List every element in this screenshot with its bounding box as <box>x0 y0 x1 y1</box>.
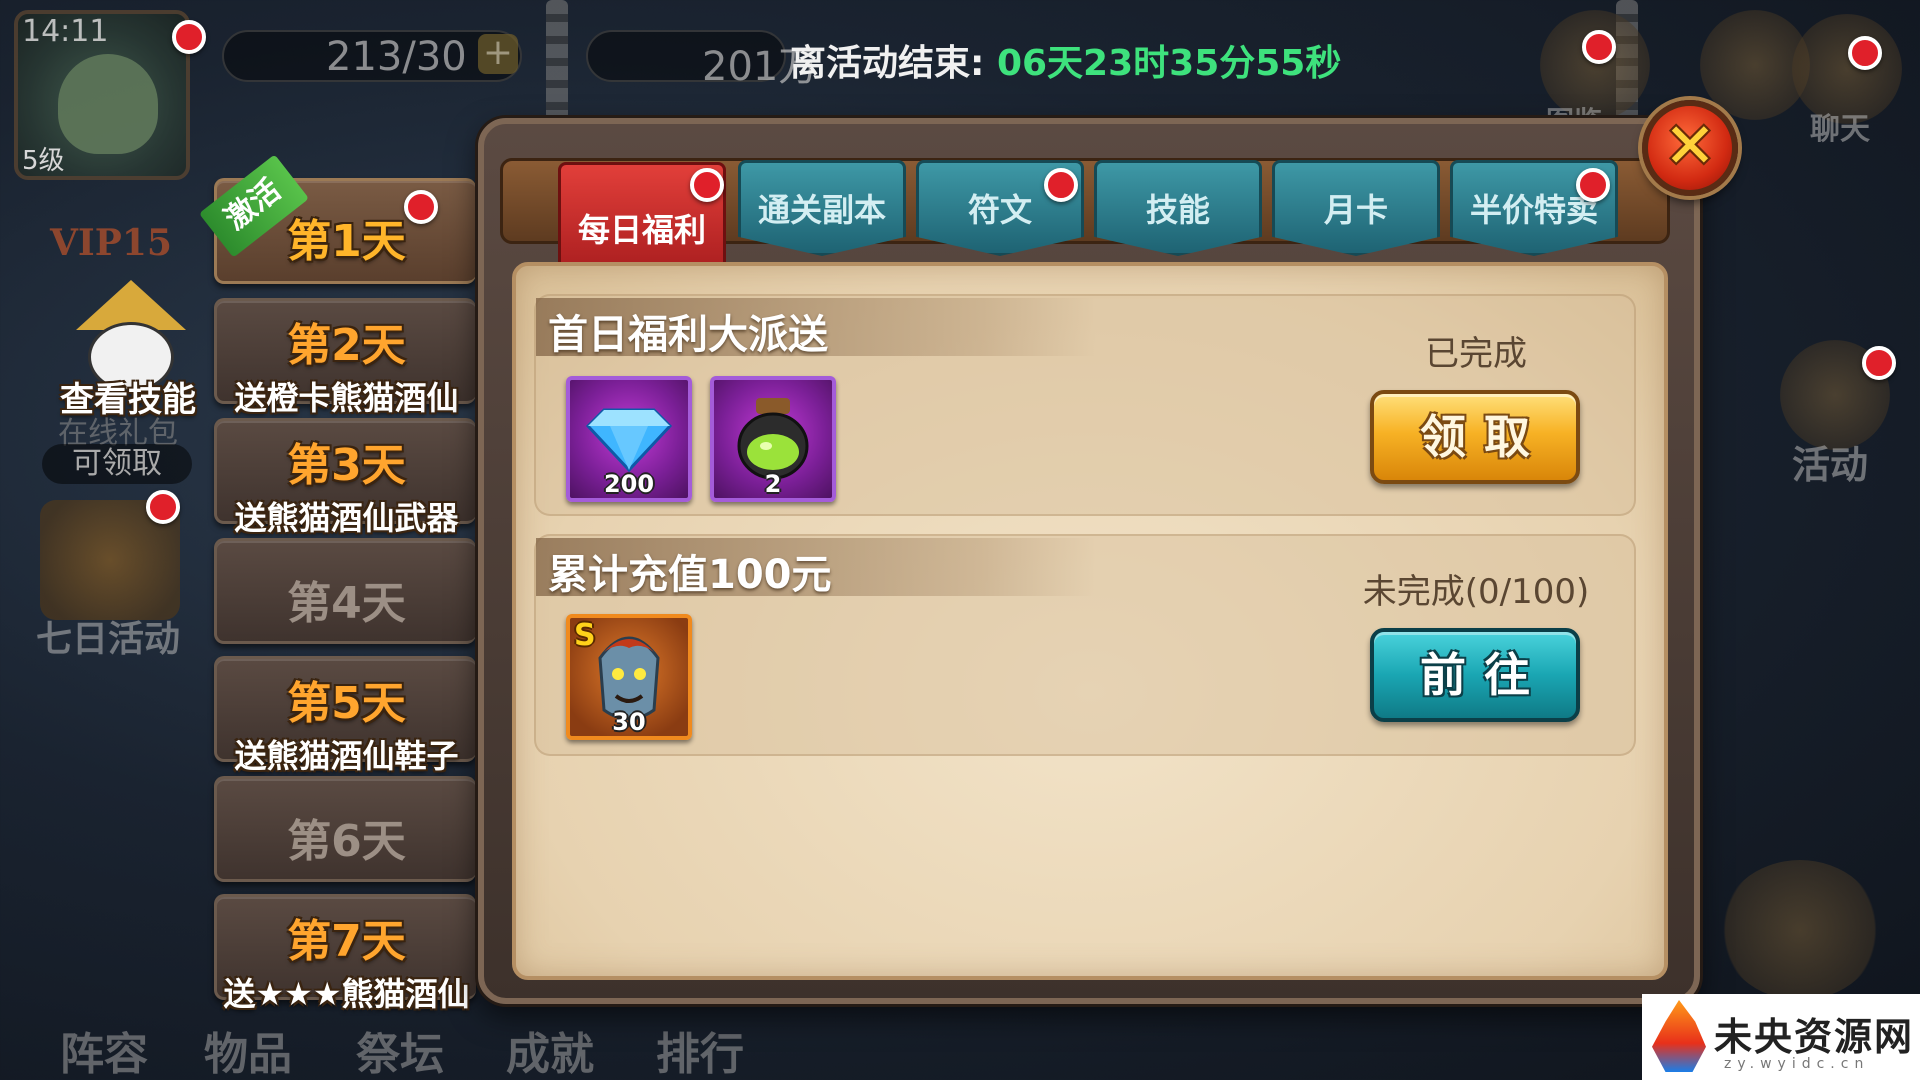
flame-logo-icon <box>1652 1000 1706 1072</box>
notification-dot <box>404 190 438 224</box>
watermark-url: zy.wyidc.cn <box>1724 1056 1870 1072</box>
notification-dot <box>1862 346 1896 380</box>
nav-lineup[interactable]: 阵容 <box>60 1018 148 1080</box>
notification-dot <box>172 20 206 54</box>
day-title: 第6天 <box>287 816 406 867</box>
day-reward-text: 送熊猫酒仙鞋子 <box>234 737 459 775</box>
notification-dot <box>690 168 724 202</box>
reward-qty: 200 <box>603 470 655 498</box>
countdown-value: 06天23时35分55秒 <box>996 43 1342 84</box>
countdown-label: 离活动结束: <box>790 43 985 84</box>
day-title: 第3天 <box>287 440 406 491</box>
orc-face-icon <box>58 54 158 154</box>
day-title: 第5天 <box>287 678 406 729</box>
task-title: 累计充值100元 <box>548 552 832 598</box>
notification-dot <box>146 490 180 524</box>
nav-items[interactable]: 物品 <box>204 1018 292 1080</box>
go-button-label: 前往 <box>1420 648 1548 702</box>
nav-altar[interactable]: 祭坛 <box>356 1018 444 1080</box>
tab-label: 技能 <box>1145 191 1210 229</box>
add-stamina-button[interactable]: + <box>478 34 518 74</box>
chain-decoration <box>546 0 568 120</box>
claimable-badge: 可领取 <box>42 444 192 484</box>
day-tab-2[interactable]: 第2天 送橙卡熊猫酒仙 <box>214 298 476 417</box>
go-button[interactable]: 前往 <box>1370 628 1580 722</box>
day-reward-text: 送熊猫酒仙武器 <box>234 499 459 537</box>
day-tab-6[interactable]: 第6天 <box>214 776 476 882</box>
day-tab-4[interactable]: 第4天 <box>214 538 476 644</box>
task-status: 未完成(0/100) <box>1362 572 1590 612</box>
day-tab-5[interactable]: 第5天 送熊猫酒仙鞋子 <box>214 656 476 775</box>
task-status: 已完成 <box>1425 334 1527 374</box>
tab-label: 月卡 <box>1323 191 1388 229</box>
reward-qty: 30 <box>612 708 646 736</box>
event-countdown: 离活动结束: 06天23时35分55秒 <box>790 34 1341 86</box>
day-title: 第2天 <box>287 320 406 371</box>
reward-item[interactable]: S 30 <box>566 614 692 740</box>
claim-button[interactable]: 领取 <box>1370 390 1580 484</box>
close-button[interactable]: ✕ <box>1642 100 1738 196</box>
notification-dot <box>1044 168 1078 202</box>
ship-wheel-icon[interactable] <box>1720 860 1880 1000</box>
task-title: 首日福利大派送 <box>548 312 828 358</box>
notification-dot <box>1582 30 1616 64</box>
nav-achievement[interactable]: 成就 <box>506 1018 594 1080</box>
claim-button-label: 领取 <box>1420 410 1548 464</box>
vip-badge: VIP15 <box>50 222 172 264</box>
activity-label: 活动 <box>1792 443 1869 487</box>
reward-qty: 2 <box>764 470 782 498</box>
nav-ranking[interactable]: 排行 <box>656 1018 744 1080</box>
stamina-value: 213/30 <box>326 34 467 80</box>
day-reward-text: 送橙卡熊猫酒仙 <box>234 379 459 417</box>
player-level: 5级 <box>22 146 65 176</box>
reward-item[interactable]: 2 <box>710 376 836 502</box>
reward-item[interactable]: 200 <box>566 376 692 502</box>
site-watermark: 未央资源网 zy.wyidc.cn <box>1642 994 1920 1080</box>
tab-skill[interactable]: 技能 <box>1094 160 1262 256</box>
day-title: 第7天 <box>287 916 406 967</box>
day-title: 第4天 <box>287 578 406 629</box>
notification-dot <box>1576 168 1610 202</box>
close-icon: ✕ <box>1664 109 1716 182</box>
notification-dot <box>1848 36 1882 70</box>
day-tab-7[interactable]: 第7天 送★★★熊猫酒仙 <box>214 894 476 1013</box>
watermark-name: 未央资源网 <box>1714 1014 1915 1059</box>
day-reward-text: 送★★★熊猫酒仙 <box>223 975 470 1013</box>
chat-label: 聊天 <box>1810 112 1870 147</box>
seven-day-label: 七日活动 <box>36 619 181 660</box>
clock-time: 14:11 <box>22 14 109 49</box>
day-tab-3[interactable]: 第3天 送熊猫酒仙武器 <box>214 418 476 537</box>
tab-label: 通关副本 <box>757 191 886 229</box>
hero-grade-badge: S <box>574 618 596 653</box>
tab-dungeon-clear[interactable]: 通关副本 <box>738 160 906 256</box>
tab-monthly-card[interactable]: 月卡 <box>1272 160 1440 256</box>
